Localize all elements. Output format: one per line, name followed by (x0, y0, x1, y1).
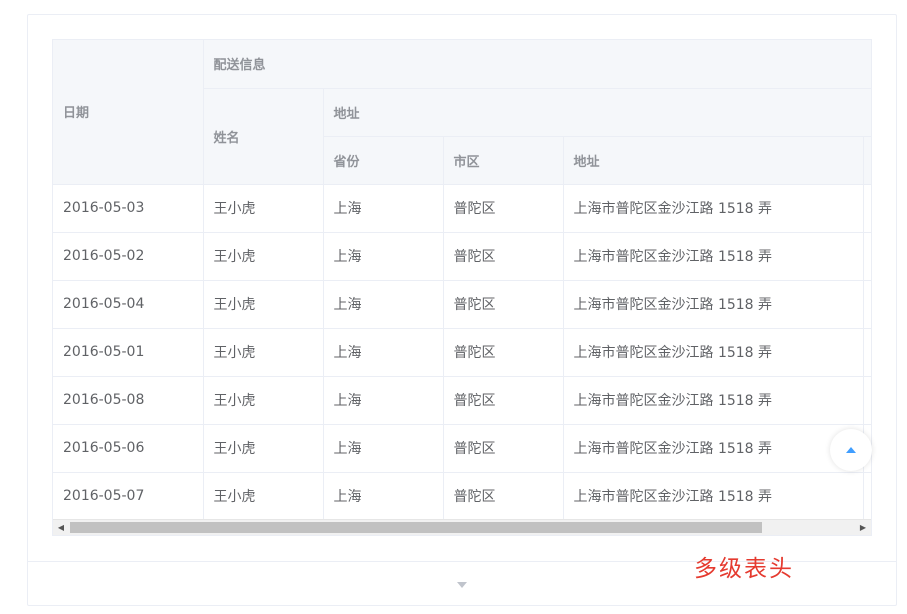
cell-address: 上海市普陀区金沙江路 1518 弄 (563, 424, 864, 473)
cell-name: 王小虎 (203, 328, 324, 377)
cell-date: 2016-05-07 (53, 472, 204, 520)
data-table: 日期 配送信息 姓名 地址 省份 市区 地址 2016-05-03 王小虎 上海 普陀… (53, 40, 871, 520)
cell-date: 2016-05-02 (53, 232, 204, 281)
cell-province: 上海 (323, 424, 444, 473)
cell-address: 上海市普陀区金沙江路 1518 弄 (563, 280, 864, 329)
cell-name: 王小虎 (203, 232, 324, 281)
cell-city: 普陀区 (443, 376, 564, 425)
cell-province: 上海 (323, 472, 444, 520)
cell-name: 王小虎 (203, 472, 324, 520)
expand-code-button[interactable] (455, 580, 469, 590)
cell-province: 上海 (323, 280, 444, 329)
table-row[interactable]: 2016-05-06 王小虎 上海 普陀区 上海市普陀区金沙江路 1518 弄 (53, 424, 871, 473)
cell-address: 上海市普陀区金沙江路 1518 弄 (563, 184, 864, 233)
header-date: 日期 (53, 40, 204, 185)
header-overflow-column (863, 136, 871, 185)
horizontal-scrollbar[interactable]: ◀ ▶ (53, 519, 871, 535)
header-province: 省份 (323, 136, 444, 185)
cell-city: 普陀区 (443, 280, 564, 329)
cell-overflow (863, 232, 871, 281)
multi-level-header-table: 日期 配送信息 姓名 地址 省份 市区 地址 2016-05-03 王小虎 上海 普陀… (52, 39, 872, 536)
scrollbar-thumb[interactable] (70, 522, 762, 533)
table-row[interactable]: 2016-05-02 王小虎 上海 普陀区 上海市普陀区金沙江路 1518 弄 (53, 232, 871, 281)
table-header: 日期 配送信息 姓名 地址 省份 市区 地址 (53, 40, 871, 185)
cell-city: 普陀区 (443, 472, 564, 520)
caption-label: 多级表头 (694, 556, 794, 582)
cell-name: 王小虎 (203, 184, 324, 233)
back-to-top-button[interactable] (830, 429, 872, 471)
scroll-left-arrow-icon[interactable]: ◀ (53, 520, 69, 535)
cell-city: 普陀区 (443, 424, 564, 473)
header-name: 姓名 (203, 88, 324, 185)
cell-name: 王小虎 (203, 376, 324, 425)
header-address: 地址 (563, 136, 864, 185)
cell-date: 2016-05-04 (53, 280, 204, 329)
cell-address: 上海市普陀区金沙江路 1518 弄 (563, 232, 864, 281)
cell-name: 王小虎 (203, 424, 324, 473)
table-row[interactable]: 2016-05-07 王小虎 上海 普陀区 上海市普陀区金沙江路 1518 弄 (53, 472, 871, 520)
cell-city: 普陀区 (443, 328, 564, 377)
caret-up-icon (846, 447, 856, 453)
cell-overflow (863, 328, 871, 377)
header-city: 市区 (443, 136, 564, 185)
cell-date: 2016-05-06 (53, 424, 204, 473)
table-row[interactable]: 2016-05-04 王小虎 上海 普陀区 上海市普陀区金沙江路 1518 弄 (53, 280, 871, 329)
table-row[interactable]: 2016-05-01 王小虎 上海 普陀区 上海市普陀区金沙江路 1518 弄 (53, 328, 871, 377)
table-row[interactable]: 2016-05-08 王小虎 上海 普陀区 上海市普陀区金沙江路 1518 弄 (53, 376, 871, 425)
cell-overflow (863, 184, 871, 233)
cell-province: 上海 (323, 232, 444, 281)
cell-province: 上海 (323, 184, 444, 233)
caret-down-icon (457, 582, 467, 588)
table-body: 2016-05-03 王小虎 上海 普陀区 上海市普陀区金沙江路 1518 弄 2016-… (53, 184, 871, 520)
cell-date: 2016-05-01 (53, 328, 204, 377)
cell-overflow (863, 280, 871, 329)
header-address-group: 地址 (323, 88, 871, 137)
cell-city: 普陀区 (443, 184, 564, 233)
cell-address: 上海市普陀区金沙江路 1518 弄 (563, 328, 864, 377)
cell-city: 普陀区 (443, 232, 564, 281)
cell-province: 上海 (323, 376, 444, 425)
header-delivery-info: 配送信息 (203, 40, 871, 89)
cell-name: 王小虎 (203, 280, 324, 329)
cell-address: 上海市普陀区金沙江路 1518 弄 (563, 376, 864, 425)
table-row[interactable]: 2016-05-03 王小虎 上海 普陀区 上海市普陀区金沙江路 1518 弄 (53, 184, 871, 233)
cell-date: 2016-05-08 (53, 376, 204, 425)
cell-address: 上海市普陀区金沙江路 1518 弄 (563, 472, 864, 520)
cell-overflow (863, 376, 871, 425)
cell-province: 上海 (323, 328, 444, 377)
scroll-right-arrow-icon[interactable]: ▶ (855, 520, 871, 535)
cell-overflow (863, 472, 871, 520)
cell-date: 2016-05-03 (53, 184, 204, 233)
